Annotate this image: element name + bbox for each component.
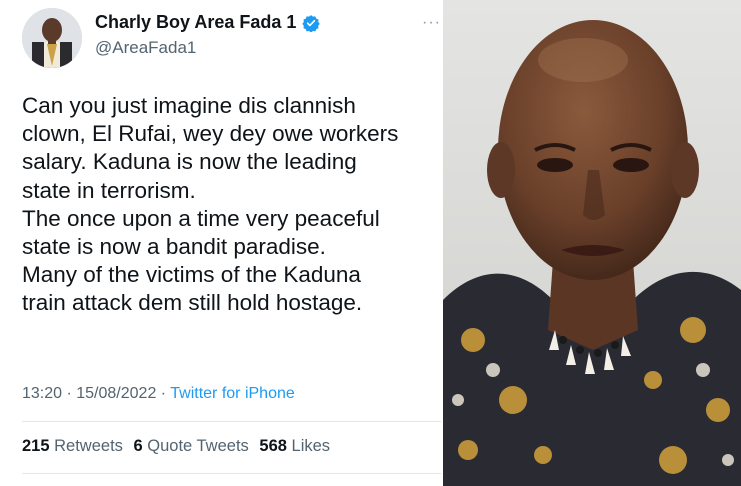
display-name[interactable]: Charly Boy Area Fada 1	[95, 12, 296, 33]
likes-count: 568	[259, 437, 287, 455]
portrait-photo	[443, 0, 741, 486]
author-name-row[interactable]: Charly Boy Area Fada 1	[95, 12, 321, 33]
quote-tweets-stat[interactable]: 6 Quote Tweets	[134, 437, 254, 455]
tweet-line: salary. Kaduna is now the leading	[22, 149, 357, 175]
quotes-count: 6	[133, 437, 143, 455]
tweet-line: Many of the victims of the Kaduna	[22, 262, 361, 288]
avatar[interactable]	[22, 8, 82, 68]
tweet-line: clown, El Rufai, wey dey owe workers	[22, 121, 399, 147]
engagement-stats: 215 Retweets 6 Quote Tweets 568 Likes	[22, 437, 336, 456]
verified-badge-icon	[302, 14, 321, 33]
divider	[22, 473, 441, 474]
tweet-text: Can you just imagine dis clannish clown,…	[22, 92, 437, 318]
likes-label: Likes	[291, 437, 331, 455]
likes-stat[interactable]: 568 Likes	[259, 437, 330, 455]
retweets-label: Retweets	[54, 437, 123, 455]
author-handle[interactable]: @AreaFada1	[95, 38, 196, 58]
retweets-stat[interactable]: 215 Retweets	[22, 437, 128, 455]
tweet-meta: 13:20 · 15/08/2022 · Twitter for iPhone	[22, 385, 295, 403]
tweet-line: Can you just imagine dis clannish	[22, 93, 356, 118]
tweet-line: state in terrorism.	[22, 177, 196, 203]
tweet-line: state is now a bandit paradise.	[22, 234, 326, 260]
divider	[22, 421, 441, 422]
tweet-timestamp[interactable]: 13:20 · 15/08/2022 ·	[22, 385, 166, 402]
tweet-line: The once upon a time very peaceful	[22, 205, 380, 231]
retweets-count: 215	[22, 437, 50, 455]
more-options-icon[interactable]: ···	[422, 14, 441, 32]
quotes-label: Quote Tweets	[147, 437, 249, 455]
tweet-source-link[interactable]: Twitter for iPhone	[170, 385, 295, 402]
tweet-line: train attack dem still hold hostage.	[22, 290, 363, 316]
tweet-card: Charly Boy Area Fada 1 @AreaFada1 ··· Ca…	[0, 0, 441, 486]
